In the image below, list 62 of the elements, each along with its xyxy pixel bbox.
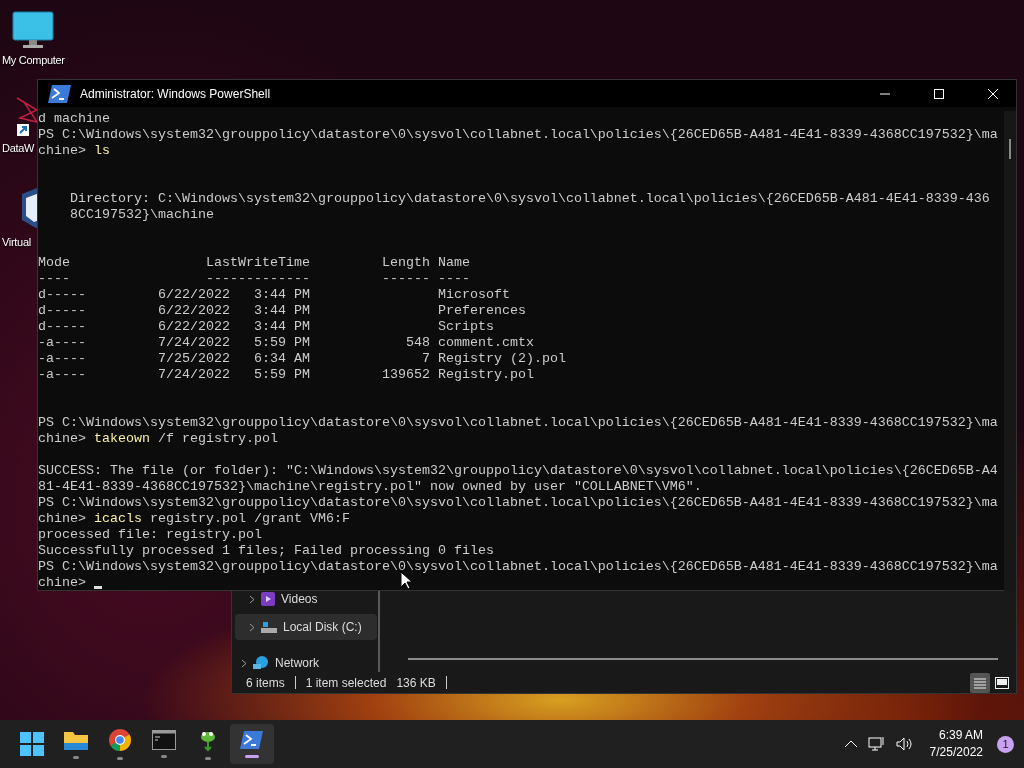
terminal-line: PS C:\Windows\system32\grouppolicy\datastore\0\sysvol\collabnet.local\policies\{26CED65B-A481-4E41-8339-4368CC197532}\ma xyxy=(38,415,999,431)
terminal-line: PS C:\Windows\system32\grouppolicy\datastore\0\sysvol\collabnet.local\policies\{26CED65B-A481-4E41-8339-4368CC197532}\ma xyxy=(38,559,999,575)
close-icon xyxy=(988,88,998,99)
nav-item[interactable]: Videos xyxy=(235,590,377,608)
status-text: 1 item selected xyxy=(305,675,387,690)
folder-icon xyxy=(63,729,89,751)
maximize-icon xyxy=(934,88,944,99)
powershell-icon xyxy=(240,730,264,750)
network-icon xyxy=(253,656,269,670)
drive-icon xyxy=(261,620,277,634)
terminal-line: Successfully processed 1 files; Failed processing 0 files xyxy=(38,543,495,559)
desktop-icon-label[interactable]: My Computer xyxy=(2,54,65,66)
terminal-line: 8CC197532}\machine xyxy=(69,207,215,223)
console-icon xyxy=(152,730,176,750)
details-view-button[interactable] xyxy=(970,672,990,693)
browser-icon xyxy=(108,728,132,752)
tiles-icon xyxy=(995,676,1009,689)
powershell-icon xyxy=(48,83,72,104)
chevron-right-icon xyxy=(249,622,255,632)
nav-item-label: Videos xyxy=(281,592,318,606)
nav-item[interactable]: Network xyxy=(235,654,377,672)
notification-badge[interactable]: 1 xyxy=(997,735,1014,753)
clock-time[interactable]: 6:39 AM xyxy=(938,727,983,744)
nav-item-label: Network xyxy=(275,656,319,670)
terminal-line: chine> ls xyxy=(38,143,111,159)
windows-logo-icon xyxy=(20,732,44,756)
status-text: 6 items xyxy=(246,675,285,690)
text-cursor xyxy=(94,586,102,589)
chevron-right-icon xyxy=(249,594,255,604)
desktop-icon-label[interactable]: Virtual xyxy=(2,236,31,248)
terminal-line: SUCCESS: The file (or folder): "C:\Windows\system32\grouppolicy\datastore\0\sysvol\collabnet.local\policies\{26CED65B-A4 xyxy=(38,463,999,479)
chevron-up-icon[interactable] xyxy=(843,740,858,748)
speaker-icon[interactable] xyxy=(895,736,914,752)
terminal-line: -a---- 7/25/2022 6:34 AM 7 Registry (2).pol xyxy=(38,351,567,367)
terminal-line: d----- 6/22/2022 3:44 PM Microsoft xyxy=(38,287,511,303)
network-icon[interactable] xyxy=(867,736,886,752)
nav-item[interactable]: Local Disk (C:) xyxy=(235,614,377,640)
terminal-line: 81-4E41-8339-4368CC197532}\machine\registry.pol" now owned by user "COLLABNET\VM6". xyxy=(38,479,703,495)
terminal-line: -a---- 7/24/2022 5:59 PM 548 comment.cmtx xyxy=(38,335,535,351)
clock-date[interactable]: 7/25/2022 xyxy=(929,744,983,761)
list-icon xyxy=(973,676,987,689)
taskbar-app-button[interactable] xyxy=(230,724,274,764)
terminal-prompt: chine> xyxy=(38,575,87,591)
terminal-line: -a---- 7/24/2022 5:59 PM 139652 Registry.pol xyxy=(38,367,535,383)
chevron-right-icon xyxy=(241,658,247,668)
terminal-line: chine> icacls registry.pol /grant VM6:F xyxy=(38,511,351,527)
desktop-icon-label[interactable]: DataW xyxy=(2,142,35,154)
terminal-line: Directory: C:\Windows\system32\grouppolicy\datastore\0\sysvol\collabnet.local\policies\{26CED65B-A481-4E41-8339-436 xyxy=(69,191,991,207)
terminal-line: d----- 6/22/2022 3:44 PM Preferences xyxy=(38,303,527,319)
status-text: 136 KB xyxy=(396,675,436,690)
terminal-line: PS C:\Windows\system32\grouppolicy\datastore\0\sysvol\collabnet.local\policies\{26CED65B-A481-4E41-8339-4368CC197532}\ma xyxy=(38,127,999,143)
terminal-line: ---- ------------- ------ ---- xyxy=(38,271,471,287)
terminal-line: processed file: registry.pol xyxy=(38,527,263,543)
nav-item-label: Local Disk (C:) xyxy=(283,620,362,634)
terminal-line: chine> takeown /f registry.pol xyxy=(38,431,279,447)
window-title: Administrator: Windows PowerShell xyxy=(80,86,272,101)
monitor-icon xyxy=(11,10,56,50)
terminal-line: Mode LastWriteTime Length Name xyxy=(38,255,471,271)
film-icon xyxy=(261,592,275,606)
terminal-line: d----- 6/22/2022 3:44 PM Scripts xyxy=(38,319,495,335)
terminal-line: d machine xyxy=(38,111,111,127)
terminal-line: PS C:\Windows\system32\grouppolicy\datastore\0\sysvol\collabnet.local\policies\{26CED65B-A481-4E41-8339-4368CC197532}\ma xyxy=(38,495,999,511)
